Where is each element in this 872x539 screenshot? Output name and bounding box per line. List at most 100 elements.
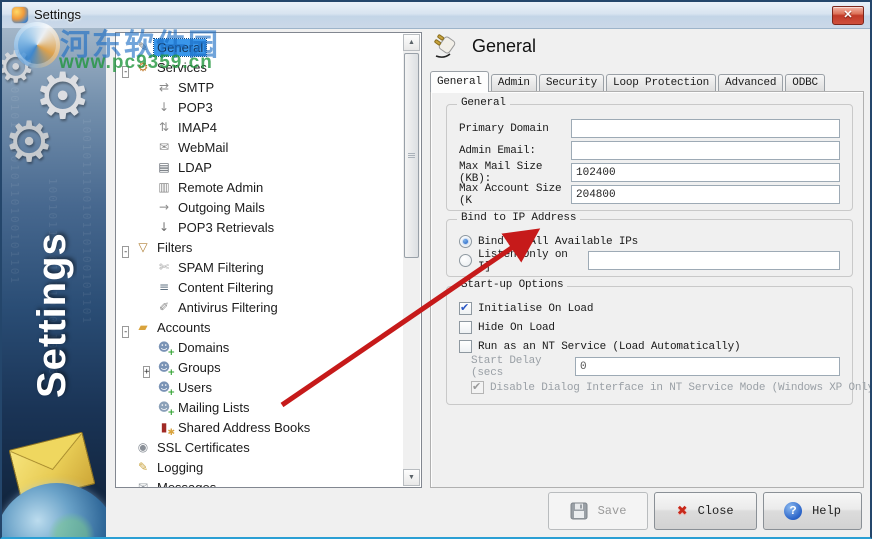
- admin-email-input[interactable]: [571, 141, 840, 160]
- tree-item-general[interactable]: General: [152, 37, 208, 57]
- save-button[interactable]: Save: [548, 492, 648, 530]
- run-as-nt-service-checkbox[interactable]: [459, 340, 472, 353]
- pop3-retrievals-icon: ↓: [158, 220, 170, 234]
- sidebar-art: 100101110010110100101101 100101110010110…: [2, 28, 106, 537]
- tree-item-shared-address-books[interactable]: Shared Address Books: [175, 419, 313, 436]
- tree-row[interactable]: ✎ Logging: [117, 457, 402, 477]
- badge-icon: +: [167, 368, 175, 378]
- tree-row[interactable]: → Outgoing Mails: [117, 197, 402, 217]
- expand-slot: -: [120, 241, 133, 258]
- window-close-button[interactable]: ✕: [832, 6, 864, 25]
- start-delay-input[interactable]: [575, 357, 840, 376]
- tab-security[interactable]: Security: [538, 74, 605, 92]
- tree-item-remote-admin[interactable]: Remote Admin: [175, 179, 266, 196]
- tree-row[interactable]: ↓ POP3 Retrievals: [117, 217, 402, 237]
- ldap-icon: ▤: [158, 160, 170, 174]
- tree-row[interactable]: ✎ General: [117, 37, 402, 57]
- scroll-up-arrow-icon[interactable]: ▲: [403, 34, 420, 51]
- tree-row[interactable]: - ⚙ Services: [117, 57, 402, 78]
- tab-odbc[interactable]: ODBC: [785, 74, 825, 92]
- content-filtering-icon: ≡: [158, 280, 170, 294]
- expand-slot: [141, 181, 154, 194]
- tree-item-content-filtering[interactable]: Content Filtering: [175, 279, 276, 296]
- tree-row[interactable]: ◉ SSL Certificates: [117, 437, 402, 457]
- tree-row[interactable]: - ▰ Accounts: [117, 317, 402, 338]
- tab-loop-protection[interactable]: Loop Protection: [606, 74, 717, 92]
- max-account-size-input[interactable]: [571, 185, 840, 204]
- badge-icon: +: [167, 348, 175, 358]
- group-bind-ip: Bind to IP Address Bind to All Available…: [446, 212, 853, 277]
- tree-item-users[interactable]: Users: [175, 379, 215, 396]
- tree-item-antivirus-filtering[interactable]: Antivirus Filtering: [175, 299, 281, 316]
- primary-domain-label: Primary Domain: [459, 122, 549, 135]
- tree-item-webmail[interactable]: WebMail: [175, 139, 231, 156]
- tree-row[interactable]: ✐ Antivirus Filtering: [117, 297, 402, 317]
- tree-item-ssl-certificates[interactable]: SSL Certificates: [154, 439, 253, 456]
- tree-item-pop3-retrievals[interactable]: POP3 Retrievals: [175, 219, 277, 236]
- max-mail-size-input[interactable]: [571, 163, 840, 182]
- tree-item-logging[interactable]: Logging: [154, 459, 206, 476]
- gear-icon: ⚙: [4, 110, 55, 173]
- tab-admin[interactable]: Admin: [490, 74, 537, 92]
- tree-row[interactable]: ▥ Remote Admin: [117, 177, 402, 197]
- tree-row[interactable]: ▮ ✱ Shared Address Books: [117, 417, 402, 438]
- tree-item-filters[interactable]: Filters: [154, 239, 195, 256]
- max-mail-size-label: Max Mail Size (KB):: [459, 160, 543, 185]
- tree-item-accounts[interactable]: Accounts: [154, 319, 213, 336]
- collapse-toggle-icon[interactable]: -: [122, 65, 130, 78]
- expand-slot: [120, 41, 133, 54]
- close-button[interactable]: ✖ Close: [654, 492, 757, 530]
- expand-toggle-icon[interactable]: +: [143, 365, 151, 378]
- badge-icon: +: [167, 388, 175, 398]
- tree-item-pop3[interactable]: POP3: [175, 99, 216, 116]
- listen-only-ip-input[interactable]: [588, 251, 840, 270]
- hide-on-load-checkbox[interactable]: [459, 321, 472, 334]
- tree-row[interactable]: + ☻ + Groups: [117, 357, 402, 378]
- settings-tree: ✎ General - ⚙ Services ⇄ SMTP ↓ POP3 ⇅ IMAP4 ✉ WebMa…: [117, 37, 402, 487]
- tree-item-services[interactable]: Services: [154, 59, 210, 76]
- expand-slot: [141, 81, 154, 94]
- scrollbar-thumb[interactable]: [404, 53, 419, 258]
- expand-slot: -: [120, 321, 133, 338]
- expand-slot: [141, 161, 154, 174]
- tab-general[interactable]: General: [430, 71, 489, 92]
- expand-slot: [120, 441, 133, 454]
- tree-row[interactable]: ✉ Messages: [117, 477, 402, 488]
- window-title: Settings: [34, 7, 81, 22]
- tree-row[interactable]: ✄ SPAM Filtering: [117, 257, 402, 277]
- tree-item-spam-filtering[interactable]: SPAM Filtering: [175, 259, 267, 276]
- listen-only-radio[interactable]: [459, 254, 472, 267]
- tree-item-imap4[interactable]: IMAP4: [175, 119, 220, 136]
- tree-row[interactable]: - ▽ Filters: [117, 237, 402, 258]
- tree-row[interactable]: ☻ + Mailing Lists: [117, 397, 402, 418]
- help-button[interactable]: ? Help: [763, 492, 862, 530]
- tree-item-groups[interactable]: Groups: [175, 359, 224, 376]
- tree-row[interactable]: ⇄ SMTP: [117, 77, 402, 97]
- tree-row[interactable]: ✉ WebMail: [117, 137, 402, 157]
- tree-scrollbar[interactable]: ▲ ▼: [403, 34, 420, 486]
- tree-row[interactable]: ☻ + Domains: [117, 337, 402, 358]
- tree-row[interactable]: ☻ + Users: [117, 377, 402, 398]
- collapse-toggle-icon[interactable]: -: [122, 325, 130, 338]
- primary-domain-input[interactable]: [571, 119, 840, 138]
- tree-item-domains[interactable]: Domains: [175, 339, 232, 356]
- tree-item-messages[interactable]: Messages: [154, 479, 219, 488]
- tree-row[interactable]: ▤ LDAP: [117, 157, 402, 177]
- tree-item-mailing-lists[interactable]: Mailing Lists: [175, 399, 253, 416]
- tree-row[interactable]: ≡ Content Filtering: [117, 277, 402, 297]
- tree-row[interactable]: ⇅ IMAP4: [117, 117, 402, 137]
- disable-dialog-interface-checkbox[interactable]: ✔: [471, 380, 484, 394]
- tree-item-outgoing-mails[interactable]: Outgoing Mails: [175, 199, 268, 216]
- scroll-down-arrow-icon[interactable]: ▼: [403, 469, 420, 486]
- tab-advanced[interactable]: Advanced: [718, 74, 784, 92]
- groups-icon: ☻ +: [157, 360, 175, 378]
- expand-slot: [141, 221, 154, 234]
- collapse-toggle-icon[interactable]: -: [122, 245, 130, 258]
- group-bind-ip-title: Bind to IP Address: [457, 212, 581, 224]
- tree-row[interactable]: ↓ POP3: [117, 97, 402, 117]
- checkbox-row: Run as an NT Service (Load Automatically…: [459, 337, 840, 356]
- initialise-on-load-checkbox[interactable]: ✔: [459, 301, 472, 315]
- tree-item-ldap[interactable]: LDAP: [175, 159, 215, 176]
- bind-all-ips-radio[interactable]: [459, 235, 472, 248]
- tree-item-smtp[interactable]: SMTP: [175, 79, 217, 96]
